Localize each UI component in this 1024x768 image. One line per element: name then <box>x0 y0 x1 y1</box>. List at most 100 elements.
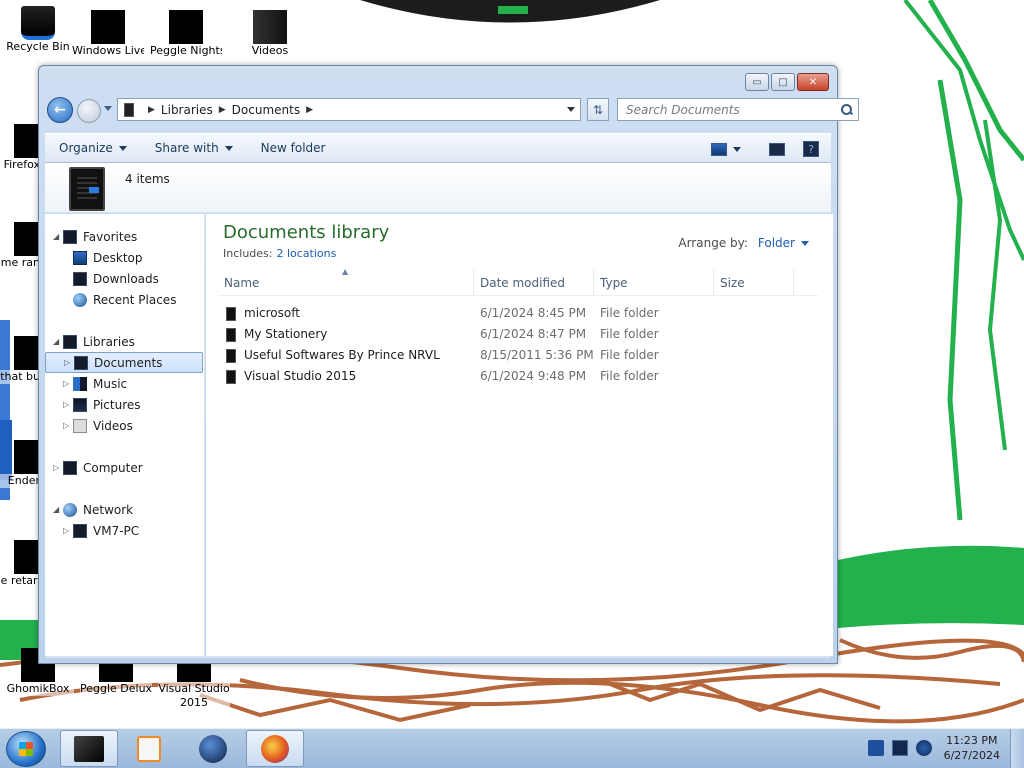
address-bar[interactable]: ▶ Libraries ▶ Documents ▶ <box>117 98 581 121</box>
folder-icon <box>226 369 236 384</box>
search-input[interactable] <box>618 102 828 117</box>
network-icon[interactable] <box>892 740 908 756</box>
globe-icon <box>199 734 227 763</box>
recent-pages-dropdown[interactable] <box>104 104 112 112</box>
maximize-button[interactable]: □ <box>771 73 795 91</box>
expand-arrow-icon[interactable]: ◢ <box>53 337 63 346</box>
clock[interactable]: 11:23 PM 6/27/2024 <box>944 733 1000 763</box>
change-view-icon[interactable] <box>711 142 727 156</box>
desktop-icon <box>73 250 87 265</box>
close-button[interactable]: ✕ <box>797 73 829 91</box>
locations-link[interactable]: 2 locations <box>276 247 336 260</box>
computer-icon <box>73 523 87 538</box>
nav-item-favorites[interactable]: ◢ Favorites <box>45 226 203 247</box>
navigation-pane: ◢ Favorites Desktop Downloads Recent Pla… <box>45 214 205 656</box>
folder-icon <box>253 10 287 44</box>
share-with-button[interactable]: Share with <box>155 141 233 155</box>
address-history-dropdown[interactable] <box>562 99 580 120</box>
file-date: 6/1/2024 8:45 PM <box>480 306 587 320</box>
file-row[interactable]: microsoft 6/1/2024 8:45 PM File folder <box>218 303 818 324</box>
file-name: Visual Studio 2015 <box>244 369 357 383</box>
taskbar-firefox-button[interactable] <box>246 730 304 767</box>
column-header-date[interactable]: Date modified <box>474 270 594 296</box>
show-desktop-button[interactable] <box>1010 729 1024 768</box>
file-size <box>714 345 794 366</box>
nav-item-label: Pictures <box>93 397 141 412</box>
file-type: File folder <box>600 369 659 383</box>
nav-item-label: Computer <box>83 460 143 475</box>
search-icon[interactable] <box>841 104 852 115</box>
column-header-name[interactable]: Name <box>218 270 474 296</box>
nav-item-videos[interactable]: ▷ Videos <box>45 415 203 436</box>
action-center-icon[interactable] <box>868 740 884 756</box>
nav-item-libraries[interactable]: ◢ Libraries <box>45 331 203 352</box>
nav-item-label: Music <box>93 376 128 391</box>
music-icon <box>73 376 87 391</box>
desktop-icon-videos[interactable]: Videos <box>234 10 306 58</box>
nav-item-label: Videos <box>93 418 133 433</box>
file-row[interactable]: My Stationery 6/1/2024 8:47 PM File fold… <box>218 324 818 345</box>
nav-item-vm7-pc[interactable]: ▷ VM7-PC <box>45 520 203 541</box>
collapse-arrow-icon[interactable]: ▷ <box>64 358 74 367</box>
app-icon <box>169 10 203 44</box>
file-name-cell: My Stationery <box>218 324 474 345</box>
new-folder-button[interactable]: New folder <box>261 141 326 155</box>
documents-icon <box>74 355 88 370</box>
nav-item-desktop[interactable]: Desktop <box>45 247 203 268</box>
volume-icon[interactable] <box>916 740 932 756</box>
organize-button[interactable]: Organize <box>59 141 127 155</box>
library-includes: Includes: 2 locations <box>223 247 336 260</box>
taskbar-ie-button[interactable] <box>184 730 242 767</box>
file-row[interactable]: Useful Softwares By Prince NRVL 8/15/201… <box>218 345 818 366</box>
favorites-icon <box>63 229 77 244</box>
desktop-icon-label: Visual Studio 2015 <box>158 682 230 710</box>
nav-item-label: Libraries <box>83 334 135 349</box>
collapse-arrow-icon[interactable]: ▷ <box>63 400 73 409</box>
preview-pane-icon[interactable] <box>769 142 785 156</box>
nav-item-label: VM7-PC <box>93 523 140 538</box>
expand-arrow-icon[interactable]: ◢ <box>53 232 63 241</box>
arrange-by-dropdown[interactable]: Folder <box>758 236 809 250</box>
column-header-size[interactable]: Size <box>714 270 794 296</box>
nav-item-downloads[interactable]: Downloads <box>45 268 203 289</box>
expand-arrow-icon[interactable]: ◢ <box>53 505 63 514</box>
nav-item-computer[interactable]: ▷ Computer <box>45 457 203 478</box>
collapse-arrow-icon[interactable]: ▷ <box>53 463 63 472</box>
file-type: File folder <box>600 327 659 341</box>
taskbar-media-player-button[interactable] <box>120 730 178 767</box>
breadcrumb-separator-icon[interactable]: ▶ <box>219 105 226 115</box>
taskbar-explorer-button[interactable] <box>60 730 118 767</box>
desktop-icon-peggle-nights[interactable]: Peggle Nights <box>150 10 222 58</box>
refresh-button[interactable]: ⇅ <box>587 98 609 121</box>
view-options-dropdown[interactable] <box>733 146 741 152</box>
back-button[interactable]: ← <box>47 97 73 123</box>
minimize-button[interactable]: ▭ <box>745 73 769 91</box>
chevron-down-icon <box>118 145 127 151</box>
file-row[interactable]: Visual Studio 2015 6/1/2024 9:48 PM File… <box>218 366 818 387</box>
nav-item-pictures[interactable]: ▷ Pictures <box>45 394 203 415</box>
start-button[interactable] <box>6 731 46 767</box>
nav-item-documents[interactable]: ▷ Documents <box>45 352 203 373</box>
clock-time: 11:23 PM <box>946 734 998 747</box>
desktop-icon-windows-live[interactable]: Windows Live <box>72 10 144 58</box>
collapse-arrow-icon[interactable]: ▷ <box>63 526 73 535</box>
breadcrumb-separator-icon[interactable]: ▶ <box>306 105 313 115</box>
column-header-type[interactable]: Type <box>594 270 714 296</box>
help-icon[interactable]: ? <box>803 141 819 157</box>
breadcrumb-separator-icon[interactable]: ▶ <box>148 105 155 115</box>
file-date: 6/1/2024 9:48 PM <box>480 369 587 383</box>
nav-item-network[interactable]: ◢ Network <box>45 499 203 520</box>
desktop-icon-label: Videos <box>234 44 306 58</box>
nav-item-label: Downloads <box>93 271 159 286</box>
nav-item-music[interactable]: ▷ Music <box>45 373 203 394</box>
breadcrumb-libraries[interactable]: Libraries <box>161 103 213 117</box>
collapse-arrow-icon[interactable]: ▷ <box>63 379 73 388</box>
pictures-icon <box>73 397 87 412</box>
breadcrumb-documents[interactable]: Documents <box>232 103 300 117</box>
nav-item-label: Network <box>83 502 134 517</box>
desktop-icon-recycle-bin[interactable]: Recycle Bin <box>2 6 74 54</box>
collapse-arrow-icon[interactable]: ▷ <box>63 421 73 430</box>
nav-item-recent-places[interactable]: Recent Places <box>45 289 203 310</box>
file-date: 6/1/2024 8:47 PM <box>480 327 587 341</box>
forward-button[interactable] <box>77 99 101 123</box>
